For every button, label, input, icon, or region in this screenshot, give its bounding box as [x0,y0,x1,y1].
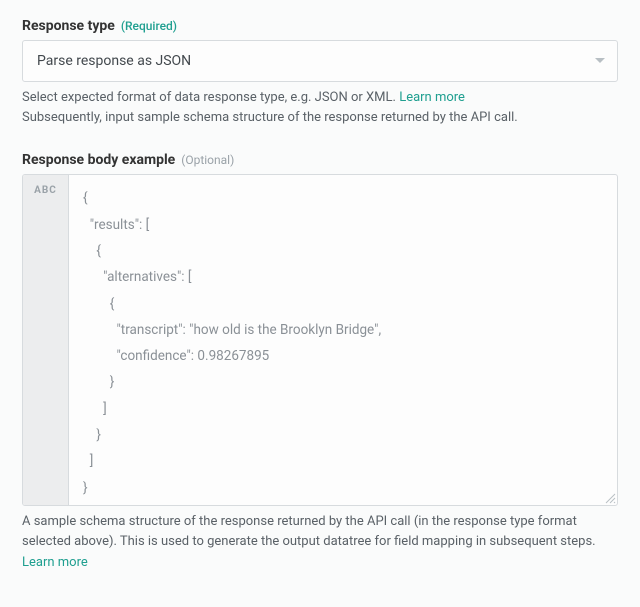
code-gutter: ABC [23,175,69,505]
chevron-down-icon [595,58,605,64]
response-type-field: Response type (Required) Parse response … [22,18,618,128]
gutter-mode-label: ABC [34,185,57,196]
response-type-learn-more-link[interactable]: Learn more [399,90,465,105]
response-type-help-text-2: Subsequently, input sample schema struct… [22,110,518,125]
response-body-field: Response body example (Optional) ABC { "… [22,152,618,572]
response-type-selected-value: Parse response as JSON [37,53,191,69]
response-type-label: Response type [22,18,115,34]
response-body-help: A sample schema structure of the respons… [22,512,618,572]
response-body-learn-more-link[interactable]: Learn more [22,555,88,570]
response-body-textarea[interactable]: { "results": [ { "alternatives": [ { "tr… [69,175,617,505]
response-type-help: Select expected format of data response … [22,88,618,128]
response-type-help-text-1: Select expected format of data response … [22,90,399,105]
response-body-editor[interactable]: ABC { "results": [ { "alternatives": [ {… [22,174,618,506]
required-badge: (Required) [121,19,177,33]
response-body-label: Response body example [22,152,175,168]
response-type-label-row: Response type (Required) [22,18,618,34]
config-panel: Response type (Required) Parse response … [0,0,640,607]
response-body-help-text: A sample schema structure of the respons… [22,514,596,549]
response-body-label-row: Response body example (Optional) [22,152,618,168]
optional-badge: (Optional) [181,153,234,167]
response-type-select[interactable]: Parse response as JSON [22,40,618,82]
